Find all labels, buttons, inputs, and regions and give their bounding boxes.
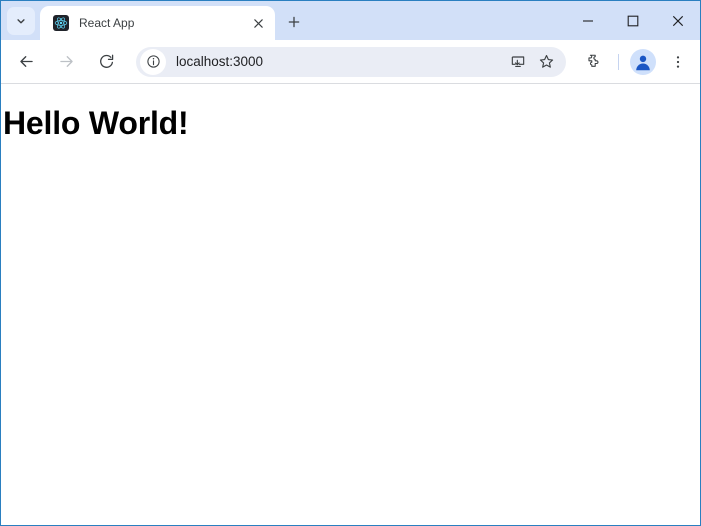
minimize-button[interactable] [565,1,610,40]
tab-search-button[interactable] [7,7,35,35]
install-app-icon [510,54,526,70]
reload-icon [98,53,115,70]
tab-title: React App [79,16,135,30]
url-text[interactable]: localhost:3000 [176,54,504,69]
info-circle-icon[interactable] [140,48,166,75]
toolbar-divider [618,53,619,70]
browser-window: React App localhost:3000 Hello World! [0,0,701,526]
close-icon [672,15,684,27]
install-app-button[interactable] [504,48,532,76]
tab-strip: React App [1,1,700,40]
arrow-left-icon [17,52,36,71]
page-content: Hello World! [1,84,700,525]
arrow-right-icon [57,52,76,71]
more-vertical-icon [670,54,686,70]
window-controls [565,1,700,40]
maximize-button[interactable] [610,1,655,40]
browser-toolbar: localhost:3000 [1,40,700,84]
reload-button[interactable] [90,46,122,78]
person-icon [632,51,654,73]
forward-button [50,46,82,78]
back-button[interactable] [10,46,42,78]
chevron-down-icon [14,14,28,28]
tab-react-app[interactable]: React App [40,6,275,40]
star-icon [538,53,555,70]
bookmark-button[interactable] [532,48,560,76]
page-title: Hello World! [3,105,189,141]
tab-close-button[interactable] [248,13,268,33]
avatar[interactable] [630,48,656,75]
minimize-icon [582,15,594,27]
plus-icon [287,15,301,29]
maximize-icon [627,15,639,27]
puzzle-piece-icon [585,53,602,70]
address-bar[interactable]: localhost:3000 [136,46,566,77]
react-logo-icon [53,15,69,31]
chrome-menu-button[interactable] [664,48,692,76]
new-tab-button[interactable] [283,11,305,33]
extensions-button[interactable] [578,47,608,77]
close-button[interactable] [655,1,700,40]
